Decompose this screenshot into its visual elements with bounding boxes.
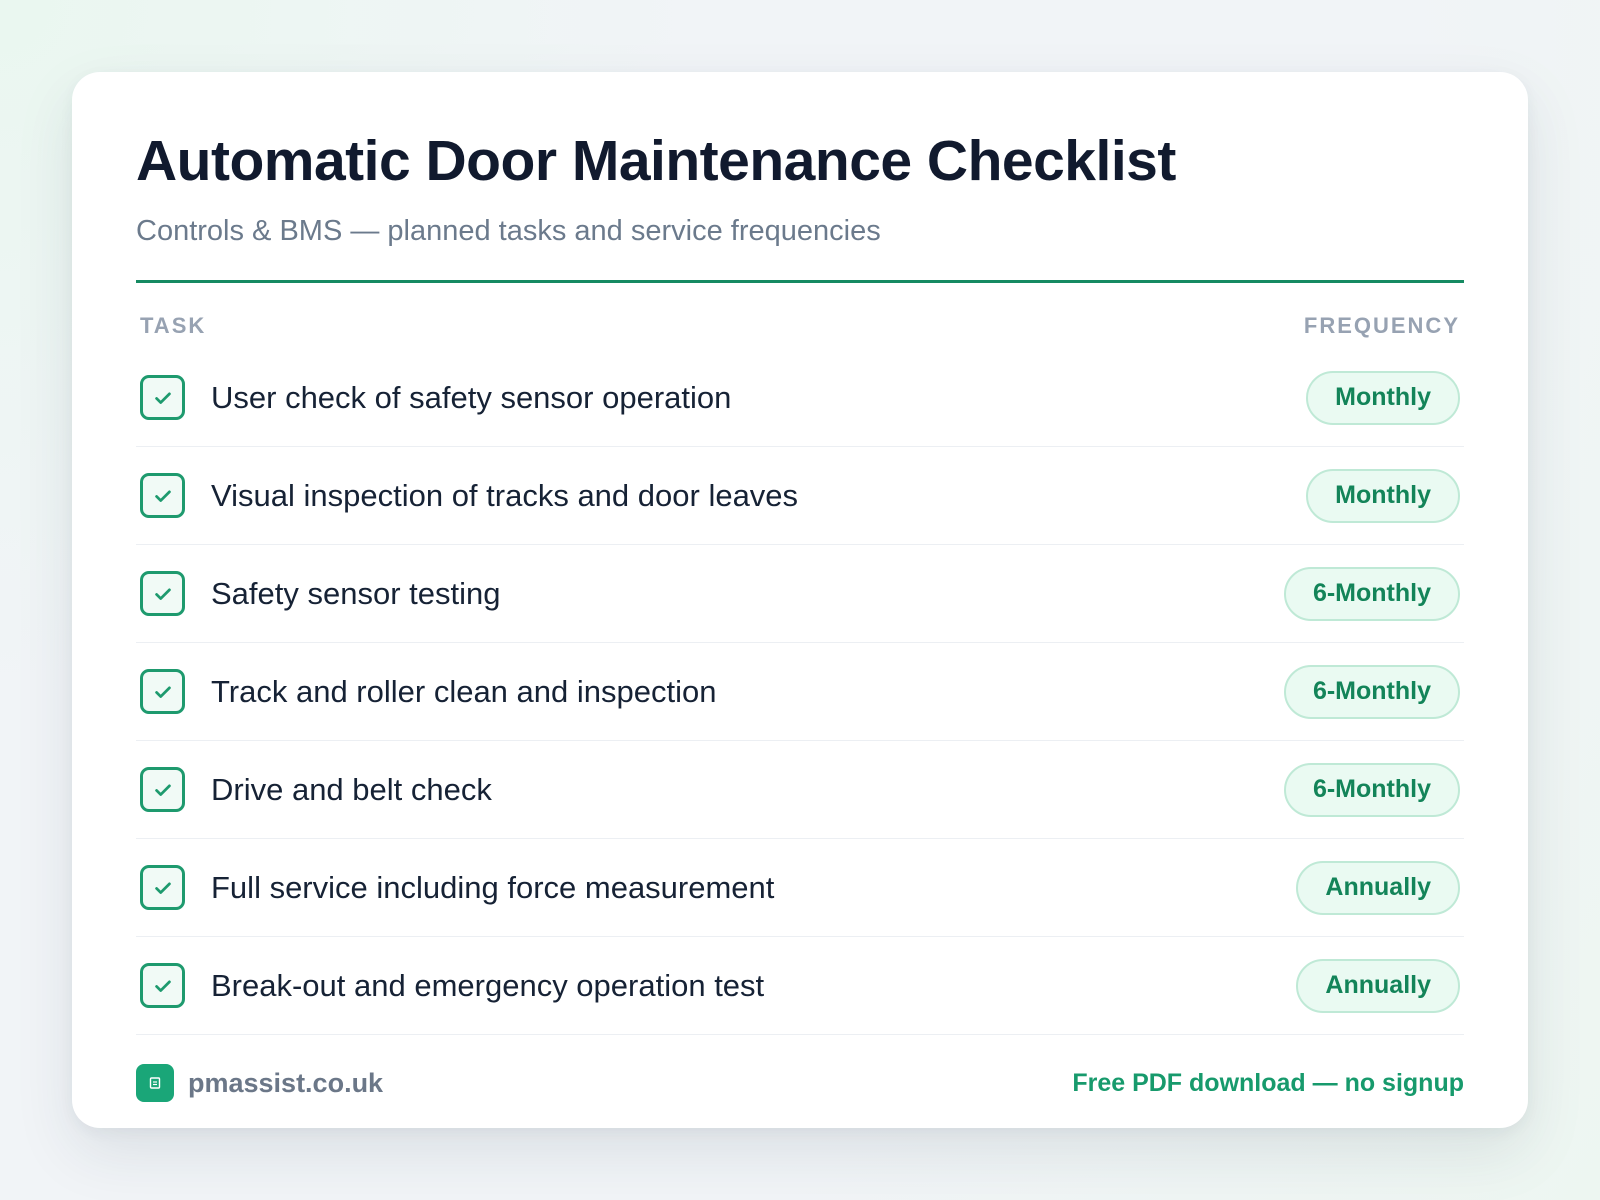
- task-label: User check of safety sensor operation: [211, 379, 732, 415]
- brand-logo: [136, 1064, 174, 1102]
- column-header-task: TASK: [140, 313, 207, 338]
- building-icon: [149, 1077, 161, 1089]
- task-checkbox[interactable]: [140, 375, 185, 420]
- task-label: Full service including force measurement: [211, 869, 775, 905]
- checkmark-icon: [154, 588, 171, 600]
- table-row: Break-out and emergency operation test A…: [136, 937, 1464, 1035]
- table-row: Safety sensor testing 6-Monthly: [136, 545, 1464, 643]
- header-divider: [136, 280, 1464, 283]
- frequency-badge: Annually: [1296, 958, 1460, 1013]
- table-row: Track and roller clean and inspection 6-…: [136, 643, 1464, 741]
- page-title: Automatic Door Maintenance Checklist: [136, 129, 1176, 193]
- site-link[interactable]: pmassist.co.uk: [188, 1068, 383, 1099]
- task-checkbox[interactable]: [140, 767, 185, 812]
- task-list: User check of safety sensor operation Mo…: [136, 349, 1464, 1035]
- card-footer: pmassist.co.uk Free PDF download — no si…: [136, 1063, 1464, 1103]
- checkmark-icon: [154, 784, 171, 796]
- checkmark-icon: [154, 490, 171, 502]
- checkmark-icon: [154, 980, 171, 992]
- table-row: Visual inspection of tracks and door lea…: [136, 447, 1464, 545]
- checkmark-icon: [154, 686, 171, 698]
- frequency-badge: Monthly: [1306, 468, 1460, 523]
- frequency-badge: 6-Monthly: [1283, 664, 1460, 719]
- task-label: Drive and belt check: [211, 771, 492, 807]
- task-checkbox[interactable]: [140, 473, 185, 518]
- pdf-download-link[interactable]: Free PDF download — no signup: [1072, 1069, 1464, 1098]
- column-header-frequency: FREQUENCY: [1303, 313, 1460, 338]
- frequency-badge: Annually: [1296, 860, 1460, 915]
- table-row: User check of safety sensor operation Mo…: [136, 349, 1464, 447]
- frequency-badge: 6-Monthly: [1283, 566, 1460, 621]
- checkmark-icon: [154, 882, 171, 894]
- task-checkbox[interactable]: [140, 865, 185, 910]
- brand[interactable]: pmassist.co.uk: [136, 1064, 383, 1102]
- task-label: Track and roller clean and inspection: [211, 673, 717, 709]
- task-label: Break-out and emergency operation test: [211, 967, 765, 1003]
- table-row: Full service including force measurement…: [136, 839, 1464, 937]
- checklist-card: Automatic Door Maintenance Checklist Con…: [72, 72, 1528, 1128]
- table-header: TASK FREQUENCY: [136, 311, 1464, 341]
- frequency-badge: Monthly: [1306, 370, 1460, 425]
- page-subtitle: Controls & BMS — planned tasks and servi…: [136, 215, 881, 247]
- task-checkbox[interactable]: [140, 571, 185, 616]
- task-label: Safety sensor testing: [211, 575, 501, 611]
- frequency-badge: 6-Monthly: [1283, 762, 1460, 817]
- task-label: Visual inspection of tracks and door lea…: [211, 477, 799, 513]
- task-checkbox[interactable]: [140, 669, 185, 714]
- table-row: Drive and belt check 6-Monthly: [136, 741, 1464, 839]
- task-checkbox[interactable]: [140, 963, 185, 1008]
- checkmark-icon: [154, 392, 171, 404]
